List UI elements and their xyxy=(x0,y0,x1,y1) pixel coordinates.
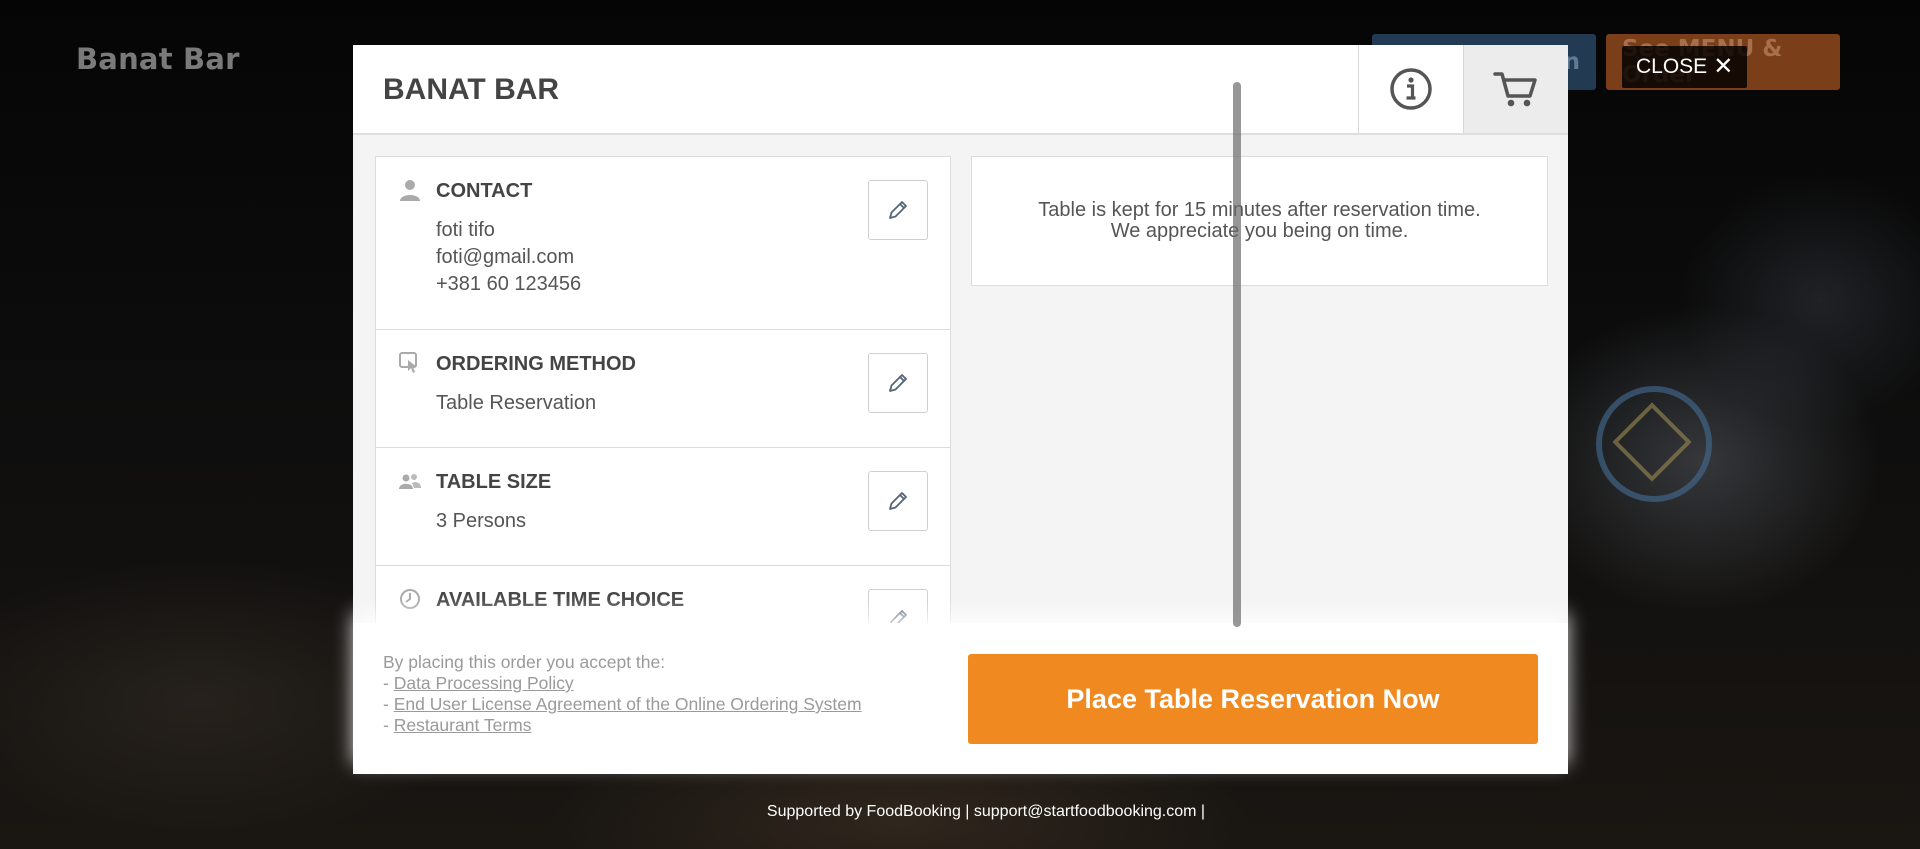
pencil-icon xyxy=(889,201,907,219)
checkout-modal: BANAT BAR CONTACT foti tifo foti@gmail.c… xyxy=(353,45,1568,774)
modal-footer: By placing this order you accept the: - … xyxy=(353,623,1568,774)
cart-icon xyxy=(1493,72,1537,107)
pencil-icon xyxy=(889,374,907,392)
modal-scrollbar[interactable] xyxy=(1233,82,1241,627)
background-sign xyxy=(1596,386,1712,502)
ordering-method-section: ORDERING METHOD Table Reservation xyxy=(376,330,950,448)
table-size-value: 3 Persons xyxy=(436,510,527,532)
pencil-icon xyxy=(889,492,907,510)
info-icon xyxy=(1390,68,1432,110)
contact-title: CONTACT xyxy=(436,180,533,202)
terms-dash: - xyxy=(383,694,394,714)
modal-header: BANAT BAR xyxy=(353,45,1568,135)
modal-title: BANAT BAR xyxy=(383,73,560,106)
support-footer-text: Supported by FoodBooking | support@start… xyxy=(766,803,1206,820)
people-icon xyxy=(399,474,421,489)
contact-phone: +381 60 123456 xyxy=(436,273,582,295)
reservation-notice-line-2: We appreciate you being on time. xyxy=(1110,220,1409,242)
place-reservation-button[interactable]: Place Table Reservation Now xyxy=(968,654,1538,744)
close-button[interactable]: CLOSE ✕ xyxy=(1622,46,1748,88)
edit-contact-button[interactable] xyxy=(868,180,928,240)
info-button[interactable] xyxy=(1358,45,1463,133)
terms-dash: - xyxy=(383,673,394,693)
terms-intro: By placing this order you accept the: xyxy=(383,652,666,672)
contact-name: foti tifo xyxy=(436,219,495,241)
clock-icon xyxy=(400,589,420,609)
edit-ordering-method-button[interactable] xyxy=(868,353,928,413)
data-processing-policy-link[interactable]: Data Processing Policy xyxy=(394,673,574,693)
table-size-section: TABLE SIZE 3 Persons xyxy=(376,448,950,566)
terms-dash: - xyxy=(383,715,394,735)
person-icon xyxy=(400,180,420,201)
close-icon: ✕ xyxy=(1713,53,1734,80)
cart-button[interactable] xyxy=(1463,45,1568,133)
table-size-title: TABLE SIZE xyxy=(436,471,552,493)
edit-table-size-button[interactable] xyxy=(868,471,928,531)
contact-email: foti@gmail.com xyxy=(436,246,575,268)
ordering-method-value: Table Reservation xyxy=(436,392,597,414)
reservation-notice-line-1: Table is kept for 15 minutes after reser… xyxy=(1038,199,1481,221)
site-brand[interactable]: Banat Bar xyxy=(76,42,240,76)
tap-icon xyxy=(399,352,417,373)
modal-scroll-area[interactable]: CONTACT foti tifo foti@gmail.com +381 60… xyxy=(353,135,1568,668)
reservation-notice: Table is kept for 15 minutes after reser… xyxy=(971,156,1548,286)
contact-details: foti tifo foti@gmail.com +381 60 123456 xyxy=(436,217,926,298)
terms-item: - Data Processing Policy xyxy=(383,673,862,694)
terms-block: By placing this order you accept the: - … xyxy=(383,652,862,736)
time-choice-title: AVAILABLE TIME CHOICE xyxy=(436,589,685,611)
restaurant-terms-link[interactable]: Restaurant Terms xyxy=(394,715,532,735)
terms-item: - End User License Agreement of the Onli… xyxy=(383,694,862,715)
contact-section: CONTACT foti tifo foti@gmail.com +381 60… xyxy=(376,157,950,330)
close-label: CLOSE xyxy=(1636,55,1708,78)
ordering-method-title: ORDERING METHOD xyxy=(436,353,636,375)
eula-link[interactable]: End User License Agreement of the Online… xyxy=(394,694,862,714)
terms-item: - Restaurant Terms xyxy=(383,715,862,736)
order-details-panel: CONTACT foti tifo foti@gmail.com +381 60… xyxy=(375,156,951,668)
